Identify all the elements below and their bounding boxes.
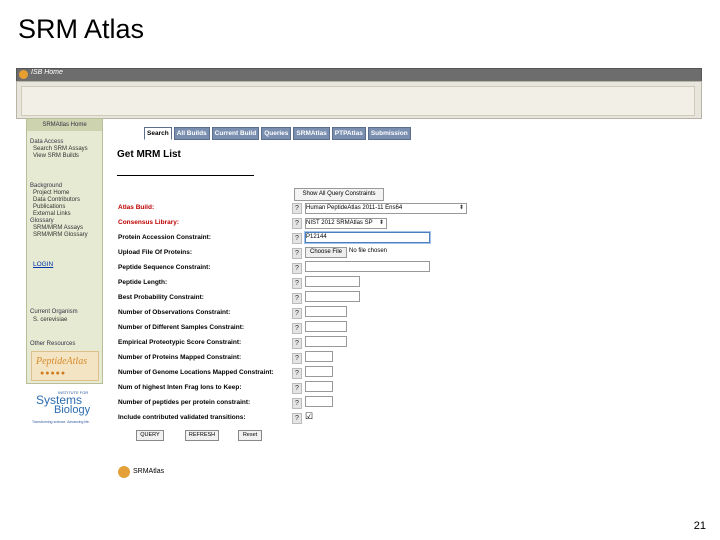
- help-icon[interactable]: ?: [292, 368, 302, 379]
- isb-logo-tagline: Transforming science. Advancing life.: [32, 420, 90, 424]
- sidebar-item-srm-glossary[interactable]: SRM/MRM Glossary: [33, 232, 88, 239]
- sidebar-section-other-resources: Other Resources: [30, 341, 76, 347]
- help-icon[interactable]: ?: [292, 233, 302, 244]
- header-banner: [16, 81, 702, 119]
- systems-biology-logo[interactable]: INSTITUTE FOR Systems Biology Transformi…: [30, 390, 98, 426]
- refresh-button[interactable]: REFRESH: [185, 430, 219, 441]
- reset-button[interactable]: Reset: [238, 430, 262, 441]
- help-icon[interactable]: ?: [292, 338, 302, 349]
- best-probability-label: Best Probability Constraint:: [118, 294, 204, 301]
- num-observations-input[interactable]: [305, 306, 347, 317]
- help-icon[interactable]: ?: [292, 383, 302, 394]
- protein-accession-value: P12144: [306, 234, 327, 240]
- help-icon[interactable]: ?: [292, 308, 302, 319]
- protein-accession-input[interactable]: P12144: [305, 232, 430, 243]
- help-icon[interactable]: ?: [292, 413, 302, 424]
- sidebar-item-organism[interactable]: S. cerevisiae: [33, 317, 67, 324]
- login-link[interactable]: LOGIN: [33, 261, 53, 268]
- peptide-length-input[interactable]: [305, 276, 360, 287]
- srmatlas-footer-text: SRMAtlas: [133, 468, 165, 475]
- consensus-library-label: Consensus Library:: [118, 219, 180, 226]
- tab-submission[interactable]: Submission: [367, 127, 411, 140]
- sidebar-section-background: Background: [30, 183, 63, 189]
- help-icon[interactable]: ?: [292, 263, 302, 274]
- atlas-build-value: Human PeptideAtlas 2011-11 Ens64: [306, 205, 403, 211]
- peptide-beads-icon: ●●●●●: [40, 370, 67, 377]
- atlas-build-label: Atlas Build:: [118, 204, 155, 211]
- query-button[interactable]: QUERY: [136, 430, 164, 441]
- help-icon[interactable]: ?: [292, 218, 302, 229]
- empirical-score-label: Empirical Proteotypic Score Constraint:: [118, 339, 242, 346]
- sidebar-section-data-access: Data Access: [30, 139, 64, 145]
- empirical-score-input[interactable]: [305, 336, 347, 347]
- sidebar-item-project-home[interactable]: Project Home: [33, 190, 69, 197]
- peptide-sequence-input[interactable]: [305, 261, 430, 272]
- consensus-library-select[interactable]: NIST 2012 SRMAtlas SP: [305, 218, 387, 229]
- sidebar-item-data-contributors[interactable]: Data Contributors: [33, 197, 80, 204]
- include-validated-checkbox[interactable]: ☑: [305, 412, 313, 421]
- help-icon[interactable]: ?: [292, 398, 302, 409]
- tab-search[interactable]: Search: [144, 127, 172, 140]
- file-status-text: No file chosen: [349, 248, 388, 254]
- best-probability-input[interactable]: [305, 291, 360, 302]
- choose-file-button[interactable]: Choose File: [305, 247, 347, 258]
- tab-queries[interactable]: Queries: [261, 127, 292, 140]
- help-icon[interactable]: ?: [292, 293, 302, 304]
- num-genome-label: Number of Genome Locations Mapped Constr…: [118, 369, 274, 376]
- sidebar-item-srm-assays[interactable]: SRM/MRM Assays: [33, 225, 83, 232]
- sidebar-item-external-links[interactable]: External Links: [33, 211, 71, 218]
- num-proteins-label: Number of Proteins Mapped Constraint:: [118, 354, 242, 361]
- help-icon[interactable]: ?: [292, 353, 302, 364]
- sidebar-item-view-builds[interactable]: View SRM Builds: [33, 153, 79, 160]
- consensus-library-value: NIST 2012 SRMAtlas SP: [306, 220, 373, 226]
- num-proteins-input[interactable]: [305, 351, 333, 362]
- show-all-constraints-button[interactable]: Show All Query Constraints: [294, 188, 384, 201]
- tab-ptpatlas[interactable]: PTPAtlas: [331, 127, 366, 140]
- num-highest-input[interactable]: [305, 381, 333, 392]
- num-observations-label: Number of Observations Constraint:: [118, 309, 231, 316]
- num-highest-label: Num of highest Inten Frag Ions to Keep:: [118, 384, 242, 391]
- help-icon[interactable]: ?: [292, 248, 302, 259]
- help-icon[interactable]: ?: [292, 323, 302, 334]
- num-samples-label: Number of Different Samples Constraint:: [118, 324, 245, 331]
- peptide-length-label: Peptide Length:: [118, 279, 168, 286]
- sidebar-item-publications[interactable]: Publications: [33, 204, 65, 211]
- num-samples-input[interactable]: [305, 321, 347, 332]
- tab-current-build[interactable]: Current Build: [211, 127, 260, 140]
- title-divider: [117, 175, 254, 176]
- slide-title: SRM Atlas: [18, 14, 145, 44]
- tab-srmatlas[interactable]: SRMAtlas: [293, 127, 330, 140]
- sidebar: SRMAtlas Home Data Access Search SRM Ass…: [26, 118, 103, 384]
- sidebar-section-current-organism: Current Organism: [30, 309, 78, 315]
- help-icon[interactable]: ?: [292, 203, 302, 214]
- peptide-sequence-label: Peptide Sequence Constraint:: [118, 264, 211, 271]
- num-peptides-label: Number of peptides per protein constrain…: [118, 399, 251, 406]
- isb-home-bar[interactable]: ISB Home: [16, 68, 702, 82]
- slide-number: 21: [693, 520, 706, 532]
- main-tabs: Search All Builds Current Build Queries …: [144, 127, 413, 140]
- sidebar-section-glossary: Glossary: [30, 218, 54, 224]
- protein-accession-label: Protein Accession Constraint:: [118, 234, 211, 241]
- isb-home-link[interactable]: ISB Home: [31, 69, 63, 76]
- help-icon[interactable]: ?: [292, 278, 302, 289]
- tab-all-builds[interactable]: All Builds: [173, 127, 210, 140]
- include-validated-label: Include contributed validated transition…: [118, 414, 246, 421]
- srmatlas-logo-icon: [118, 466, 130, 478]
- sidebar-home-link[interactable]: SRMAtlas Home: [27, 119, 102, 131]
- upload-file-label: Upload File Of Proteins:: [118, 249, 193, 256]
- banner-image: [21, 86, 695, 116]
- num-genome-input[interactable]: [305, 366, 333, 377]
- peptideatlas-logo-text: PeptideAtlas: [36, 356, 88, 367]
- atlas-build-select[interactable]: Human PeptideAtlas 2011-11 Ens64: [305, 203, 467, 214]
- sidebar-item-search-srm[interactable]: Search SRM Assays: [33, 146, 88, 153]
- page-title: Get MRM List: [117, 149, 181, 160]
- peptideatlas-logo[interactable]: PeptideAtlas ●●●●●: [31, 351, 99, 381]
- isb-logo-icon: [19, 70, 28, 79]
- num-peptides-input[interactable]: [305, 396, 333, 407]
- isb-logo-line2: Biology: [54, 404, 91, 416]
